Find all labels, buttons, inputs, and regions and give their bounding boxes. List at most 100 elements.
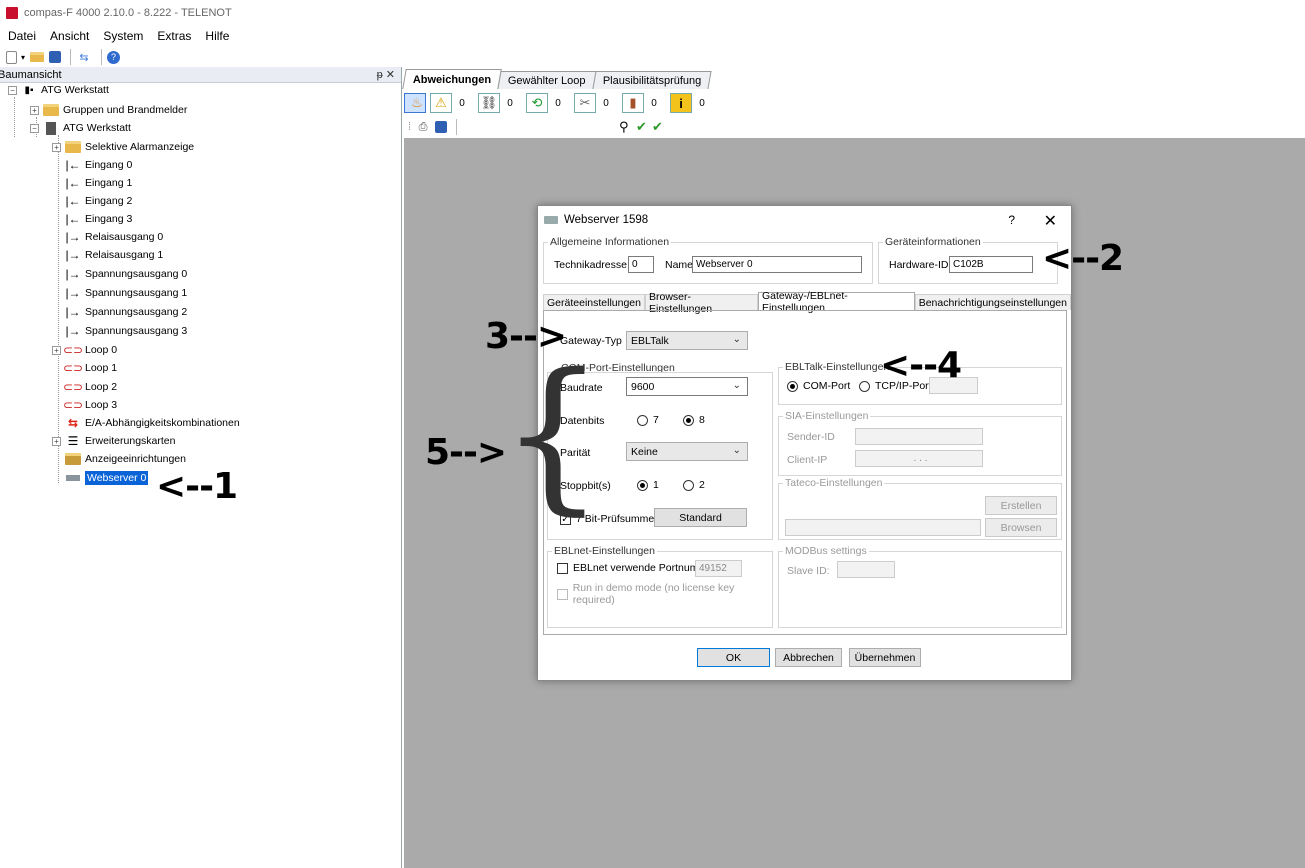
eblnet-port-input[interactable]: 49152: [695, 560, 742, 577]
open-folder-icon[interactable]: [29, 49, 45, 65]
menu-hilfe[interactable]: Hilfe: [205, 29, 229, 43]
fire-icon[interactable]: ♨: [404, 93, 426, 113]
group-label: Allgemeine Informationen: [548, 236, 672, 248]
window-title: compas-F 4000 2.10.0 - 8.222 - TELENOT: [24, 7, 232, 19]
tab-gewaehlter-loop[interactable]: Gewählter Loop: [497, 71, 597, 89]
annotation-brace: {: [500, 338, 605, 530]
tree-item-loop-1[interactable]: ⊂⊃ Loop 1: [63, 359, 117, 377]
tateco-path-input[interactable]: [785, 519, 981, 536]
tree-item-eingang-1[interactable]: |← Eingang 1: [65, 174, 132, 192]
tree-item-relais-1[interactable]: |→ Relaisausgang 1: [65, 246, 163, 264]
client-ip-input[interactable]: . . .: [855, 450, 983, 467]
save-icon[interactable]: [49, 51, 62, 63]
sia-group: SIA-Einstellungen Sender-ID Client-IP . …: [778, 410, 1062, 476]
counter-tools[interactable]: ✂ 0: [574, 93, 616, 113]
tree-item-erweiterung[interactable]: + ☰ Erweiterungskarten: [52, 432, 175, 450]
gateway-select[interactable]: EBLTalk ⌄: [626, 331, 748, 350]
comport-radio[interactable]: COM-Port: [787, 380, 850, 392]
slave-id-input[interactable]: [837, 561, 895, 578]
tree-item-atg[interactable]: − ATG Werkstatt: [30, 119, 131, 137]
output-arrow-icon: |→: [65, 230, 81, 244]
check-icon[interactable]: ✔: [636, 119, 647, 135]
abbrechen-button[interactable]: Abbrechen: [775, 648, 842, 667]
tree-header-buttons[interactable]: ᵽ ✕: [377, 68, 395, 81]
tree-item-webserver[interactable]: Webserver 0: [65, 469, 149, 487]
technik-input[interactable]: 0: [628, 256, 654, 273]
tab-browser-einstellungen[interactable]: Browser-Einstellungen: [644, 291, 758, 315]
expand-icon[interactable]: +: [52, 142, 61, 152]
tab-benachrichtigung[interactable]: Benachrichtigungseinstellungen: [914, 294, 1071, 310]
counter-loop[interactable]: ⟲ 0: [526, 93, 568, 113]
ok-button[interactable]: OK: [697, 648, 770, 667]
tools-icon[interactable]: ✂: [574, 93, 596, 113]
help-icon[interactable]: ?: [107, 50, 121, 64]
dropdown-arrow-icon[interactable]: ▾: [21, 53, 25, 62]
output-arrow-icon: |→: [65, 305, 81, 319]
tree-item-relais-0[interactable]: |→ Relaisausgang 0: [65, 228, 163, 246]
browsen-button[interactable]: Browsen: [985, 518, 1057, 537]
tree-item-loop-2[interactable]: ⊂⊃ Loop 2: [63, 378, 117, 396]
tab-plausibilitaet[interactable]: Plausibilitätsprüfung: [592, 71, 712, 89]
tab-abweichungen[interactable]: Abweichungen: [402, 69, 502, 89]
app-icon: [6, 7, 18, 19]
menu-ansicht[interactable]: Ansicht: [50, 29, 89, 43]
counter-value: 0: [603, 97, 609, 109]
tree-root[interactable]: − ▮▪ ATG Werkstatt: [8, 81, 109, 99]
collapse-icon[interactable]: −: [30, 123, 39, 133]
demo-mode-checkbox[interactable]: Run in demo mode (no license key require…: [557, 582, 772, 606]
menu-system[interactable]: System: [103, 29, 143, 43]
new-file-icon[interactable]: [6, 50, 17, 64]
uebernehmen-button[interactable]: Übernehmen: [849, 648, 921, 667]
tree-item-selektive[interactable]: + Selektive Alarmanzeige: [52, 138, 194, 156]
toolbar-separator: [101, 49, 103, 65]
hwid-input[interactable]: C102B: [949, 256, 1033, 273]
checkbox-icon: [557, 562, 568, 574]
counter-fire[interactable]: ♨0: [404, 93, 426, 113]
expand-icon[interactable]: +: [52, 436, 61, 446]
close-button[interactable]: ✕: [1044, 211, 1057, 231]
search-icon[interactable]: ⚲: [619, 119, 629, 135]
save-icon[interactable]: [435, 121, 448, 133]
check-all-icon[interactable]: ✔: [652, 119, 663, 135]
loop-icon: ⊂⊃: [62, 343, 84, 357]
tree-item-spannung-0[interactable]: |→ Spannungsausgang 0: [65, 265, 187, 283]
refresh-icon[interactable]: ⇆: [76, 49, 92, 65]
info-icon[interactable]: i: [670, 93, 692, 113]
annotation-5: 5-->: [425, 432, 507, 473]
folder-icon: [65, 140, 81, 154]
tab-geraeteeinstellungen[interactable]: Geräteeinstellungen: [543, 294, 645, 310]
tree-item-eingang-0[interactable]: |← Eingang 0: [65, 156, 132, 174]
counter-door[interactable]: ▮ 0: [622, 93, 664, 113]
name-input[interactable]: Webserver 0: [692, 256, 862, 273]
tree-item-spannung-3[interactable]: |→ Spannungsausgang 3: [65, 322, 187, 340]
group-label: EBLnet-Einstellungen: [552, 545, 657, 557]
counter-info[interactable]: i0: [670, 93, 712, 113]
warning-icon[interactable]: ⚠: [430, 93, 452, 113]
tree-item-loop-3[interactable]: ⊂⊃ Loop 3: [63, 396, 117, 414]
tree-item-eingang-3[interactable]: |← Eingang 3: [65, 210, 132, 228]
tree-item-loop-0[interactable]: + ⊂⊃ Loop 0: [52, 341, 117, 359]
counter-warning[interactable]: ⚠ 0: [430, 93, 472, 113]
menu-datei[interactable]: Datei: [8, 29, 36, 43]
menu-extras[interactable]: Extras: [157, 29, 191, 43]
tree-item-spannung-1[interactable]: |→ Spannungsausgang 1: [65, 284, 187, 302]
print-icon[interactable]: ⎙: [415, 119, 431, 135]
door-icon[interactable]: ▮: [622, 93, 644, 113]
tree-item-label: Eingang 2: [85, 195, 133, 207]
sender-input[interactable]: [855, 428, 983, 445]
counter-network[interactable]: ⛓ 0: [478, 93, 520, 113]
loop-arrows-icon[interactable]: ⟲: [526, 93, 548, 113]
tree-item-spannung-2[interactable]: |→ Spannungsausgang 2: [65, 303, 187, 321]
collapse-icon[interactable]: −: [8, 85, 17, 95]
expand-icon[interactable]: +: [52, 345, 61, 355]
tab-gateway-eblnet[interactable]: Gateway-/EBLnet-Einstellungen: [757, 290, 915, 314]
expand-icon[interactable]: +: [30, 105, 39, 115]
help-button[interactable]: ?: [1008, 213, 1015, 227]
tab-label: Plausibilitätsprüfung: [602, 74, 702, 87]
tree-item-ea-kombi[interactable]: ⇆ E/A-Abhängigkeitskombinationen: [65, 414, 240, 432]
tree-item-eingang-2[interactable]: |← Eingang 2: [65, 192, 132, 210]
tree-item-gruppen[interactable]: + Gruppen und Brandmelder: [30, 101, 187, 119]
eblnet-port-checkbox[interactable]: EBLnet verwende Portnummer: [557, 562, 717, 574]
network-icon[interactable]: ⛓: [478, 93, 500, 113]
erstellen-button[interactable]: Erstellen: [985, 496, 1057, 515]
